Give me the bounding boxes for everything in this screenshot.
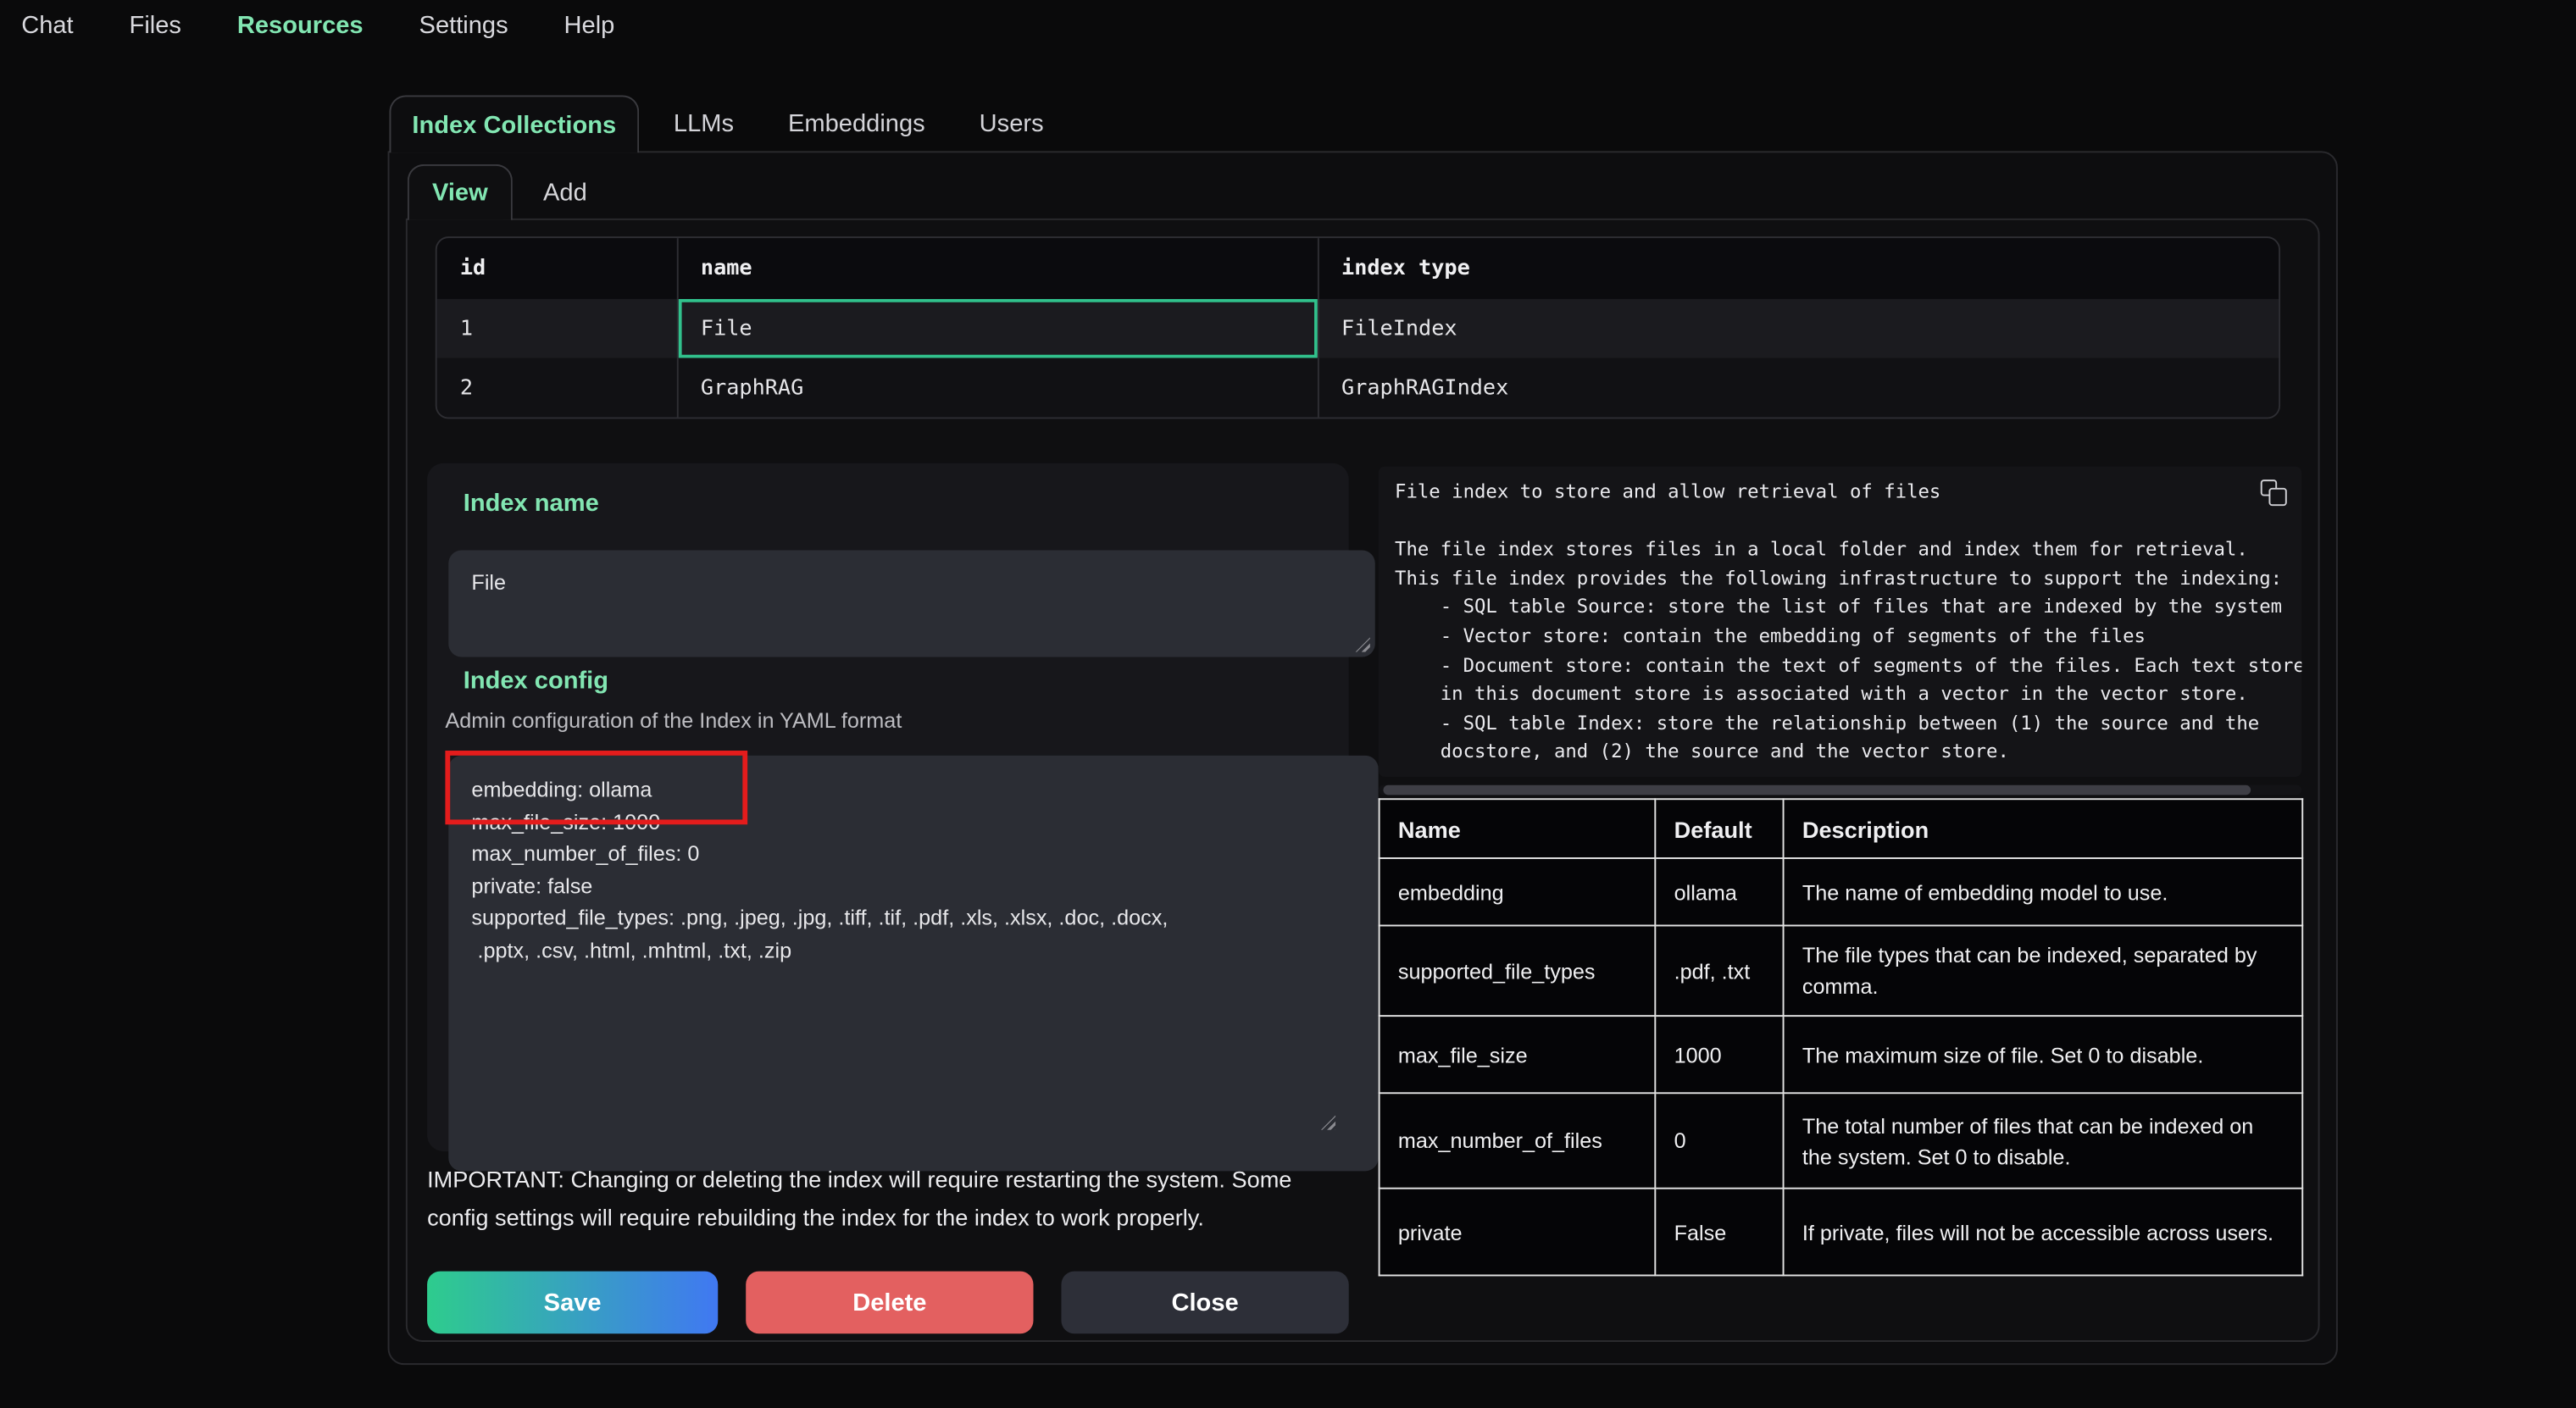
param-default: 0 <box>1655 1093 1783 1188</box>
close-button[interactable]: Close <box>1061 1272 1348 1334</box>
index-config-textarea[interactable]: embedding: ollama max_file_size: 1000 ma… <box>448 756 1378 1172</box>
horizontal-scrollbar[interactable] <box>1379 785 2302 795</box>
nav-item-resources[interactable]: Resources <box>237 12 364 40</box>
index-description-text: File index to store and allow retrieval … <box>1379 467 2302 777</box>
index-form-card: Index name File Index config Admin confi… <box>427 463 1349 1151</box>
table-row: 2 GraphRAG GraphRAGIndex <box>437 358 2280 418</box>
param-description: The file types that can be indexed, sepa… <box>1784 926 2303 1017</box>
param-description: If private, files will not be accessible… <box>1784 1189 2303 1276</box>
copy-icon-front-square <box>2268 488 2286 506</box>
tab-users[interactable]: Users <box>980 109 1044 137</box>
param-description: The total number of files that can be in… <box>1784 1093 2303 1188</box>
table-row: private False If private, files will not… <box>1380 1189 2303 1276</box>
resize-handle-icon[interactable] <box>1355 637 1369 651</box>
param-name: max_file_size <box>1380 1016 1656 1093</box>
param-default: ollama <box>1655 858 1783 925</box>
subtab-view[interactable]: View <box>408 164 513 220</box>
nav-item-chat[interactable]: Chat <box>21 12 73 40</box>
param-description: The name of embedding model to use. <box>1784 858 2303 925</box>
cell-type-graphragindex[interactable]: GraphRAGIndex <box>1318 358 2280 418</box>
params-header-default: Default <box>1655 799 1783 858</box>
table-row: embedding ollama The name of embedding m… <box>1380 858 2303 925</box>
param-default: 1000 <box>1655 1016 1783 1093</box>
index-table-header-index-type: index type <box>1318 238 2280 299</box>
param-description: The maximum size of file. Set 0 to disab… <box>1784 1016 2303 1093</box>
tab-llms[interactable]: LLMs <box>674 109 734 137</box>
index-table-header-row: id name index type <box>437 238 2280 299</box>
tab-embeddings[interactable]: Embeddings <box>788 109 925 137</box>
main-tab-bar: LLMs Embeddings Users <box>674 95 1044 151</box>
nav-item-settings[interactable]: Settings <box>419 12 508 40</box>
important-note: IMPORTANT: Changing or deleting the inde… <box>427 1161 1357 1235</box>
params-header-name: Name <box>1380 799 1656 858</box>
index-table-header-id: id <box>437 238 677 299</box>
subtab-add[interactable]: Add <box>513 164 618 220</box>
table-row: max_file_size 1000 The maximum size of f… <box>1380 1016 2303 1093</box>
param-name: supported_file_types <box>1380 926 1656 1017</box>
cell-id-1[interactable]: 1 <box>437 299 677 358</box>
params-header-row: Name Default Description <box>1380 799 2303 858</box>
table-row: 1 File FileIndex <box>437 299 2280 358</box>
index-info-column: File index to store and allow retrieval … <box>1379 467 2302 1277</box>
index-name-value: File <box>471 570 506 595</box>
app-root: Chat Files Resources Settings Help Index… <box>0 0 2576 1408</box>
index-name-label: Index name <box>464 490 599 518</box>
copy-icon[interactable] <box>2261 479 2287 506</box>
cell-name-file-selected[interactable]: File <box>677 299 1318 358</box>
cell-type-fileindex[interactable]: FileIndex <box>1318 299 2280 358</box>
index-config-label: Index config <box>464 667 608 695</box>
cell-id-2[interactable]: 2 <box>437 358 677 418</box>
param-default: .pdf, .txt <box>1655 926 1783 1017</box>
index-table: id name index type 1 File FileIndex 2 Gr… <box>436 236 2280 419</box>
delete-button[interactable]: Delete <box>746 1272 1033 1334</box>
index-description-box: File index to store and allow retrieval … <box>1379 467 2302 777</box>
index-name-input[interactable]: File <box>448 550 1374 657</box>
table-row: max_number_of_files 0 The total number o… <box>1380 1093 2303 1188</box>
param-name: private <box>1380 1189 1656 1276</box>
form-actions: Save Delete Close <box>427 1272 1349 1334</box>
nav-item-files[interactable]: Files <box>130 12 181 40</box>
cell-name-graphrag[interactable]: GraphRAG <box>677 358 1318 418</box>
index-table-header-name: name <box>677 238 1318 299</box>
param-default: False <box>1655 1189 1783 1276</box>
params-header-description: Description <box>1784 799 2303 858</box>
scrollbar-thumb[interactable] <box>1383 785 2251 795</box>
index-config-info: Admin configuration of the Index in YAML… <box>445 708 902 733</box>
view-panel: id name index type 1 File FileIndex 2 Gr… <box>406 219 2320 1342</box>
param-name: max_number_of_files <box>1380 1093 1656 1188</box>
tab-index-collections[interactable]: Index Collections <box>389 95 639 152</box>
save-button[interactable]: Save <box>427 1272 718 1334</box>
param-name: embedding <box>1380 858 1656 925</box>
params-table: Name Default Description embedding ollam… <box>1379 798 2304 1276</box>
table-row: supported_file_types .pdf, .txt The file… <box>1380 926 2303 1017</box>
top-nav: Chat Files Resources Settings Help <box>21 12 614 40</box>
nav-item-help[interactable]: Help <box>564 12 615 40</box>
